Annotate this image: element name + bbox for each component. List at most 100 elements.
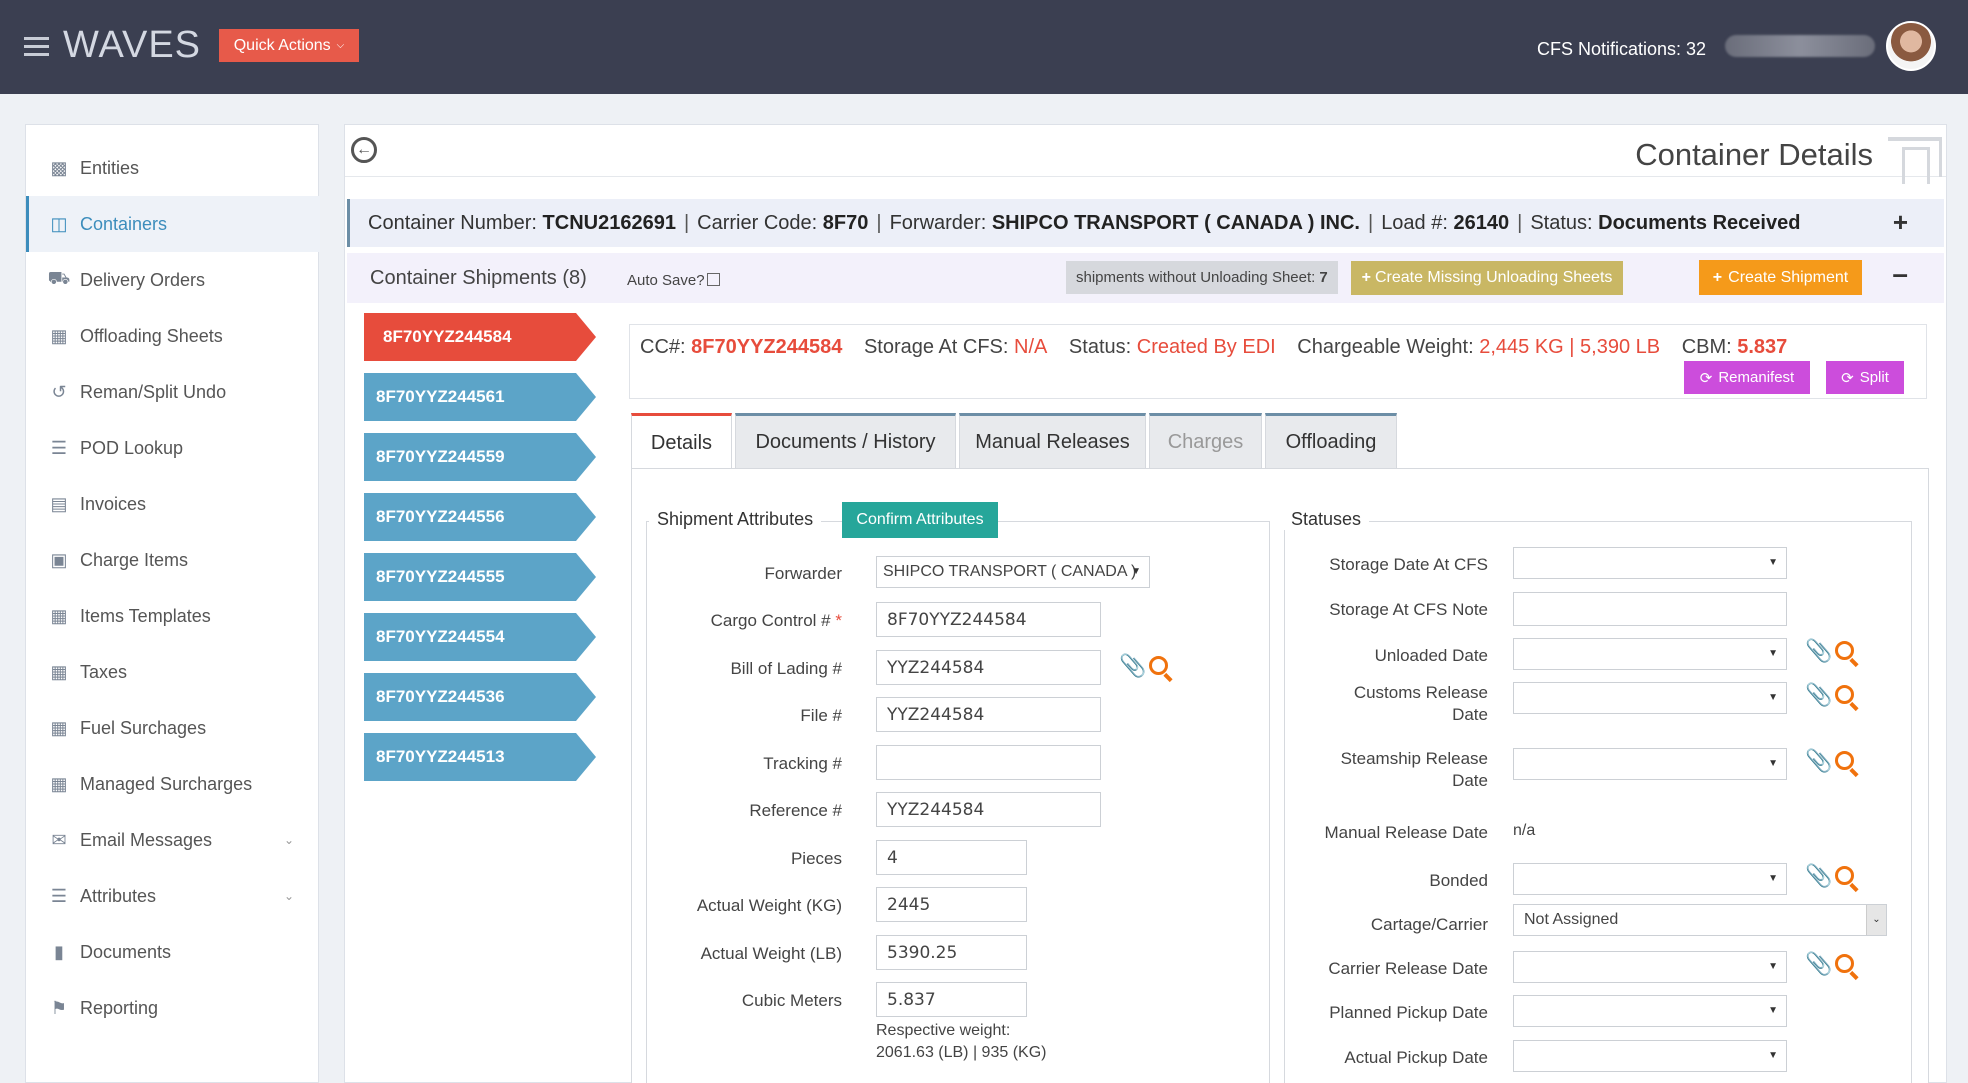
shipment-summary: CC#: 8F70YYZ244584 Storage At CFS: N/A S… bbox=[629, 324, 1927, 399]
sidebar-item-documents[interactable]: ▮ Documents bbox=[26, 924, 320, 980]
details-panel: Shipment Attributes Confirm Attributes F… bbox=[631, 468, 1929, 1083]
auto-save-toggle[interactable]: Auto Save? bbox=[627, 272, 720, 289]
search-icon[interactable] bbox=[1149, 656, 1168, 675]
reference-input[interactable]: YYZ244584 bbox=[876, 792, 1101, 827]
sidebar-item-pod-lookup[interactable]: ☰ POD Lookup bbox=[26, 420, 320, 476]
sidebar-item-offloading-sheets[interactable]: ▦ Offloading Sheets bbox=[26, 308, 320, 364]
user-avatar[interactable] bbox=[1886, 21, 1936, 71]
app-logo[interactable]: WAVES bbox=[63, 24, 201, 67]
plus-icon: + bbox=[1361, 269, 1371, 286]
customs-release-date-select[interactable]: ▼ bbox=[1513, 682, 1787, 714]
storage-note-input[interactable] bbox=[1513, 592, 1787, 626]
container-number-label: Container Number: bbox=[368, 211, 537, 234]
sidebar-item-reman-split-undo[interactable]: ↺ Reman/Split Undo bbox=[26, 364, 320, 420]
tab-offloading[interactable]: Offloading bbox=[1265, 413, 1397, 469]
shipment-tab[interactable]: 8F70YYZ244561 bbox=[364, 373, 596, 421]
cbm-value: 5.837 bbox=[1737, 336, 1788, 358]
quick-actions-button[interactable]: Quick Actions ⌵ bbox=[219, 29, 359, 62]
caret-down-icon: ▼ bbox=[1768, 1050, 1778, 1061]
calculator-icon: ▦ bbox=[50, 717, 68, 738]
cartage-carrier-select[interactable]: Not Assigned ⌄ bbox=[1513, 904, 1887, 936]
sidebar-item-fuel-surchages[interactable]: ▦ Fuel Surchages bbox=[26, 700, 320, 756]
carrier-release-date-label: Carrier Release Date bbox=[1328, 959, 1488, 978]
bonded-label: Bonded bbox=[1429, 871, 1488, 890]
bonded-select[interactable]: ▼ bbox=[1513, 863, 1787, 895]
sidebar-item-reporting[interactable]: ⚑ Reporting bbox=[26, 980, 320, 1036]
shopping-bag-icon: ▣ bbox=[50, 549, 68, 570]
sidebar-item-attributes[interactable]: ☰ Attributes ⌄ bbox=[26, 868, 320, 924]
pieces-input[interactable]: 4 bbox=[876, 840, 1027, 875]
search-icon[interactable] bbox=[1835, 685, 1854, 704]
missing-sheet-badge: shipments without Unloading Sheet: 7 bbox=[1066, 261, 1338, 294]
tab-documents-history[interactable]: Documents / History bbox=[735, 413, 956, 469]
sidebar-item-entities[interactable]: ▩ Entities bbox=[26, 140, 320, 196]
forwarder-select[interactable]: SHIPCO TRANSPORT ( CANADA ) ▼ bbox=[876, 556, 1150, 588]
search-icon[interactable] bbox=[1835, 866, 1854, 885]
sidebar-item-charge-items[interactable]: ▣ Charge Items bbox=[26, 532, 320, 588]
storage-date-select[interactable]: ▼ bbox=[1513, 547, 1787, 579]
cubic-meters-input[interactable]: 5.837 bbox=[876, 982, 1027, 1017]
cargo-control-input[interactable]: 8F70YYZ244584 bbox=[876, 602, 1101, 637]
shipment-tab[interactable]: 8F70YYZ244554 bbox=[364, 613, 596, 661]
collapse-minus-icon[interactable]: – bbox=[1892, 258, 1908, 290]
shipment-tab[interactable]: 8F70YYZ244536 bbox=[364, 673, 596, 721]
back-arrow-icon[interactable]: ← bbox=[351, 137, 377, 163]
planned-pickup-date-select[interactable]: ▼ bbox=[1513, 995, 1787, 1027]
tab-details[interactable]: Details bbox=[631, 413, 732, 471]
sidebar-item-items-templates[interactable]: ▦ Items Templates bbox=[26, 588, 320, 644]
pieces-label: Pieces bbox=[790, 849, 842, 868]
sidebar-item-containers[interactable]: ◫ Containers bbox=[26, 196, 320, 252]
load-number: 26140 bbox=[1453, 211, 1510, 234]
remanifest-button[interactable]: ⟳ Remanifest bbox=[1684, 361, 1810, 394]
paperclip-icon[interactable]: 📎 bbox=[1805, 638, 1832, 664]
actual-pickup-date-select[interactable]: ▼ bbox=[1513, 1040, 1787, 1072]
hamburger-menu-icon[interactable] bbox=[24, 37, 49, 57]
sidebar-item-label: Email Messages bbox=[80, 829, 213, 850]
paperclip-icon[interactable]: 📎 bbox=[1119, 653, 1146, 679]
unloaded-date-select[interactable]: ▼ bbox=[1513, 638, 1787, 670]
planned-pickup-date-label: Planned Pickup Date bbox=[1329, 1003, 1488, 1022]
bill-of-lading-input[interactable]: YYZ244584 bbox=[876, 650, 1101, 685]
file-label: File # bbox=[800, 706, 842, 725]
create-missing-label: Create Missing Unloading Sheets bbox=[1374, 269, 1613, 286]
sidebar-item-managed-surcharges[interactable]: ▦ Managed Surcharges bbox=[26, 756, 320, 812]
split-button[interactable]: ⟳ Split bbox=[1826, 361, 1904, 394]
tab-manual-releases[interactable]: Manual Releases bbox=[959, 413, 1146, 469]
paperclip-icon[interactable]: 📎 bbox=[1805, 682, 1832, 708]
carrier-release-date-select[interactable]: ▼ bbox=[1513, 951, 1787, 983]
expand-plus-icon[interactable]: + bbox=[1893, 207, 1908, 238]
search-icon[interactable] bbox=[1835, 954, 1854, 973]
paperclip-icon[interactable]: 📎 bbox=[1805, 863, 1832, 889]
steamship-release-date-select[interactable]: ▼ bbox=[1513, 748, 1787, 780]
shipment-tab[interactable]: 8F70YYZ244584 bbox=[364, 313, 596, 361]
shipment-attributes-fieldset: Shipment Attributes Confirm Attributes F… bbox=[646, 502, 1270, 1083]
search-icon[interactable] bbox=[1835, 751, 1854, 770]
sidebar-item-invoices[interactable]: ▤ Invoices bbox=[26, 476, 320, 532]
create-shipment-button[interactable]: + Create Shipment bbox=[1699, 260, 1862, 295]
auto-save-checkbox[interactable] bbox=[706, 273, 720, 286]
search-icon[interactable] bbox=[1835, 641, 1854, 660]
tab-charges[interactable]: Charges bbox=[1149, 413, 1262, 469]
actual-weight-kg-input[interactable]: 2445 bbox=[876, 887, 1027, 922]
shipment-tab[interactable]: 8F70YYZ244513 bbox=[364, 733, 596, 781]
truck-icon: ⛟ bbox=[47, 268, 71, 288]
caret-down-icon: ▼ bbox=[1768, 758, 1778, 769]
sidebar-item-taxes[interactable]: ▦ Taxes bbox=[26, 644, 320, 700]
credit-card-icon: ▤ bbox=[50, 493, 68, 514]
confirm-attributes-button[interactable]: Confirm Attributes bbox=[842, 502, 998, 538]
user-name-redacted[interactable] bbox=[1725, 35, 1875, 57]
create-missing-unloading-sheets-button[interactable]: + Create Missing Unloading Sheets bbox=[1351, 261, 1623, 295]
shipment-tab[interactable]: 8F70YYZ244556 bbox=[364, 493, 596, 541]
paperclip-icon[interactable]: 📎 bbox=[1805, 748, 1832, 774]
sidebar-item-delivery-orders[interactable]: ⛟ Delivery Orders bbox=[26, 252, 320, 308]
shipment-tab[interactable]: 8F70YYZ244559 bbox=[364, 433, 596, 481]
cbm-label: CBM: bbox=[1681, 336, 1732, 358]
sidebar-item-email-messages[interactable]: ✉ Email Messages ⌄ bbox=[26, 812, 320, 868]
shipment-tab[interactable]: 8F70YYZ244555 bbox=[364, 553, 596, 601]
cfs-notifications-link[interactable]: CFS Notifications: 32 bbox=[1537, 39, 1706, 60]
tracking-input[interactable] bbox=[876, 745, 1101, 780]
file-input[interactable]: YYZ244584 bbox=[876, 697, 1101, 732]
steamship-release-label-line1: Steamship Release bbox=[1340, 749, 1488, 768]
actual-weight-lb-input[interactable]: 5390.25 bbox=[876, 935, 1027, 970]
paperclip-icon[interactable]: 📎 bbox=[1805, 951, 1832, 977]
